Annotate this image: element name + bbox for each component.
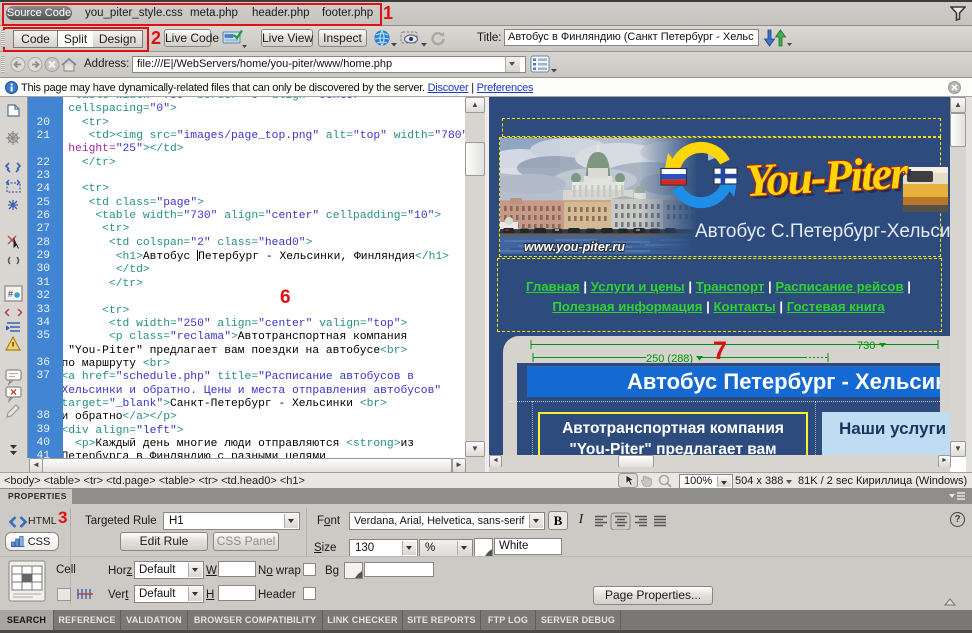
svg-text:730: 730 (857, 340, 875, 352)
svg-text:You-Piter: You-Piter (744, 147, 910, 207)
svg-text:www.you-piter.ru: www.you-piter.ru (524, 240, 625, 254)
svg-text:Автобус С.Петербург-Хельсинки: Автобус С.Петербург-Хельсинки (695, 221, 950, 242)
svg-text:#: # (8, 289, 13, 299)
